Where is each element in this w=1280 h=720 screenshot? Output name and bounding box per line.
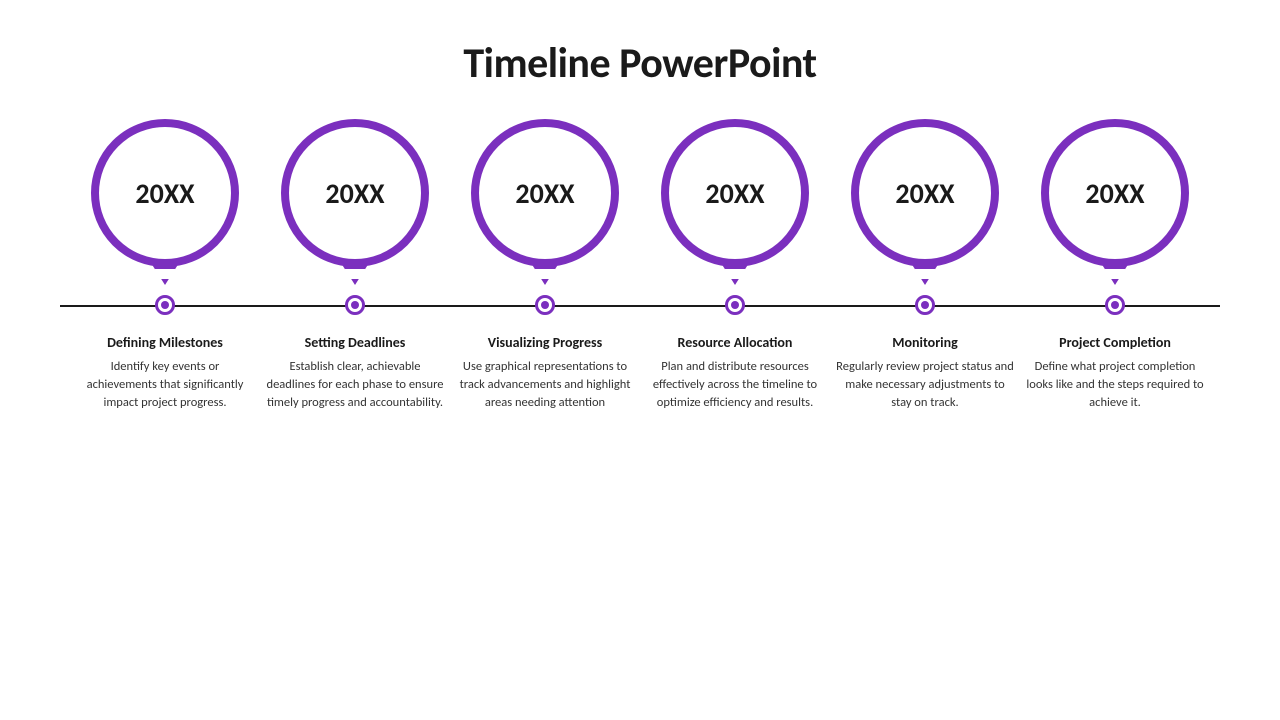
- circle-item-2: 20XX: [260, 119, 450, 267]
- timeline-dot-5: [915, 295, 935, 315]
- dots-row: [60, 295, 1220, 315]
- label-desc-4: Plan and distribute resources effectivel…: [646, 358, 824, 412]
- circle-item-4: 20XX: [640, 119, 830, 267]
- timeline-area: 20XX 20XX 20XX 20XX 20XX 20XX Defining M…: [0, 89, 1280, 720]
- dot-item-1: [70, 295, 260, 315]
- page-title: Timeline PowerPoint: [463, 38, 816, 89]
- timeline-dot-2: [345, 295, 365, 315]
- circle-item-5: 20XX: [830, 119, 1020, 267]
- circle-year-3: 20XX: [515, 176, 574, 211]
- label-item-5: Monitoring Regularly review project stat…: [830, 335, 1020, 412]
- dot-item-2: [260, 295, 450, 315]
- label-title-5: Monitoring: [892, 335, 958, 352]
- label-desc-2: Establish clear, achievable deadlines fo…: [266, 358, 444, 412]
- label-desc-5: Regularly review project status and make…: [836, 358, 1014, 412]
- circles-row: 20XX 20XX 20XX 20XX 20XX 20XX: [60, 119, 1220, 267]
- timeline-line-container: [60, 295, 1220, 317]
- label-desc-1: Identify key events or achievements that…: [76, 358, 254, 412]
- dot-item-4: [640, 295, 830, 315]
- labels-row: Defining Milestones Identify key events …: [60, 335, 1220, 412]
- circle-bubble-6: 20XX: [1041, 119, 1189, 267]
- label-title-3: Visualizing Progress: [488, 335, 602, 352]
- timeline-dot-6: [1105, 295, 1125, 315]
- label-item-4: Resource Allocation Plan and distribute …: [640, 335, 830, 412]
- label-title-6: Project Completion: [1059, 335, 1171, 352]
- circle-year-4: 20XX: [705, 176, 764, 211]
- label-title-1: Defining Milestones: [107, 335, 223, 352]
- dot-item-6: [1020, 295, 1210, 315]
- label-desc-6: Define what project completion looks lik…: [1026, 358, 1204, 412]
- dot-item-3: [450, 295, 640, 315]
- label-item-2: Setting Deadlines Establish clear, achie…: [260, 335, 450, 412]
- timeline-dot-4: [725, 295, 745, 315]
- circle-year-2: 20XX: [325, 176, 384, 211]
- circle-year-6: 20XX: [1085, 176, 1144, 211]
- circle-year-1: 20XX: [135, 176, 194, 211]
- label-item-1: Defining Milestones Identify key events …: [70, 335, 260, 412]
- timeline-dot-3: [535, 295, 555, 315]
- circle-item-1: 20XX: [70, 119, 260, 267]
- circle-item-3: 20XX: [450, 119, 640, 267]
- dot-item-5: [830, 295, 1020, 315]
- label-title-2: Setting Deadlines: [305, 335, 406, 352]
- circle-bubble-5: 20XX: [851, 119, 999, 267]
- label-item-3: Visualizing Progress Use graphical repre…: [450, 335, 640, 412]
- circle-bubble-3: 20XX: [471, 119, 619, 267]
- circle-item-6: 20XX: [1020, 119, 1210, 267]
- circle-year-5: 20XX: [895, 176, 954, 211]
- circle-bubble-4: 20XX: [661, 119, 809, 267]
- circle-bubble-2: 20XX: [281, 119, 429, 267]
- label-desc-3: Use graphical representations to track a…: [456, 358, 634, 412]
- timeline-dot-1: [155, 295, 175, 315]
- circle-bubble-1: 20XX: [91, 119, 239, 267]
- label-item-6: Project Completion Define what project c…: [1020, 335, 1210, 412]
- label-title-4: Resource Allocation: [678, 335, 793, 352]
